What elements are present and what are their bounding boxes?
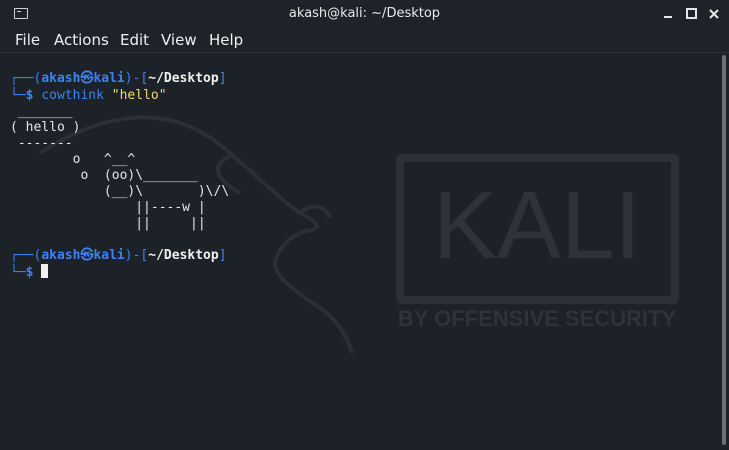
maximize-button[interactable] bbox=[683, 6, 699, 22]
prompt-dollar: $ bbox=[25, 265, 34, 280]
menu-edit[interactable]: Edit bbox=[120, 31, 149, 49]
watermark-logo: KALI bbox=[433, 172, 641, 279]
terminal-window: akash@kali: ~/Desktop File Actions Edit … bbox=[0, 0, 729, 450]
prompt-user: akash㉿kali bbox=[41, 248, 125, 263]
close-button[interactable] bbox=[706, 6, 722, 22]
watermark-tagline: BY OFFENSIVE SECURITY bbox=[398, 306, 677, 331]
prompt-line-1-bottom: └─$ cowthink "hello" bbox=[10, 88, 167, 104]
command-text: cowthink bbox=[41, 88, 104, 103]
menu-help[interactable]: Help bbox=[209, 31, 243, 49]
prompt-frame: )-[ bbox=[124, 71, 149, 86]
scrollbar[interactable] bbox=[719, 53, 729, 450]
output-line: ( hello ) bbox=[10, 120, 81, 135]
text-cursor bbox=[41, 264, 49, 278]
prompt-frame: └─ bbox=[10, 88, 26, 103]
output-line: o (oo)\_______ bbox=[10, 168, 198, 183]
output-line: (__)\ )\/\ bbox=[10, 184, 230, 199]
prompt-frame: ┌──( bbox=[10, 248, 42, 263]
prompt-frame: └─ bbox=[10, 265, 26, 280]
prompt-dollar: $ bbox=[25, 88, 34, 103]
minimize-button[interactable] bbox=[660, 6, 676, 22]
title-bar[interactable]: akash@kali: ~/Desktop bbox=[0, 0, 729, 28]
prompt-user: akash㉿kali bbox=[41, 71, 125, 86]
window-title: akash@kali: ~/Desktop bbox=[288, 6, 441, 21]
output-line: ------- bbox=[10, 136, 73, 151]
minimize-icon bbox=[664, 16, 672, 18]
output-line: ||----w | bbox=[10, 200, 206, 215]
prompt-line-1-top: ┌──(akash㉿kali)-[~/Desktop] bbox=[10, 71, 227, 87]
prompt-frame: ] bbox=[218, 71, 227, 86]
menu-bar: File Actions Edit View Help bbox=[0, 28, 729, 53]
command-argument: "hello" bbox=[111, 88, 167, 103]
output-line: _______ bbox=[10, 104, 73, 119]
menu-view[interactable]: View bbox=[161, 31, 197, 49]
menu-file[interactable]: File bbox=[15, 31, 40, 49]
prompt-frame: ┌──( bbox=[10, 71, 42, 86]
prompt-path: ~/Desktop bbox=[148, 71, 219, 86]
prompt-line-2-bottom: └─$ bbox=[10, 264, 49, 281]
scrollbar-thumb[interactable] bbox=[722, 55, 726, 445]
prompt-path: ~/Desktop bbox=[148, 248, 219, 263]
output-line: || || bbox=[10, 216, 206, 231]
prompt-line-2-top: ┌──(akash㉿kali)-[~/Desktop] bbox=[10, 248, 227, 264]
menu-actions[interactable]: Actions bbox=[54, 31, 109, 49]
maximize-icon bbox=[685, 8, 697, 19]
output-line: o ^__^ bbox=[10, 152, 136, 167]
prompt-frame: ] bbox=[218, 248, 227, 263]
prompt-frame: )-[ bbox=[124, 248, 149, 263]
close-icon bbox=[709, 9, 719, 19]
terminal-area[interactable]: KALI BY OFFENSIVE SECURITY ┌──(akash㉿kal… bbox=[0, 53, 719, 450]
